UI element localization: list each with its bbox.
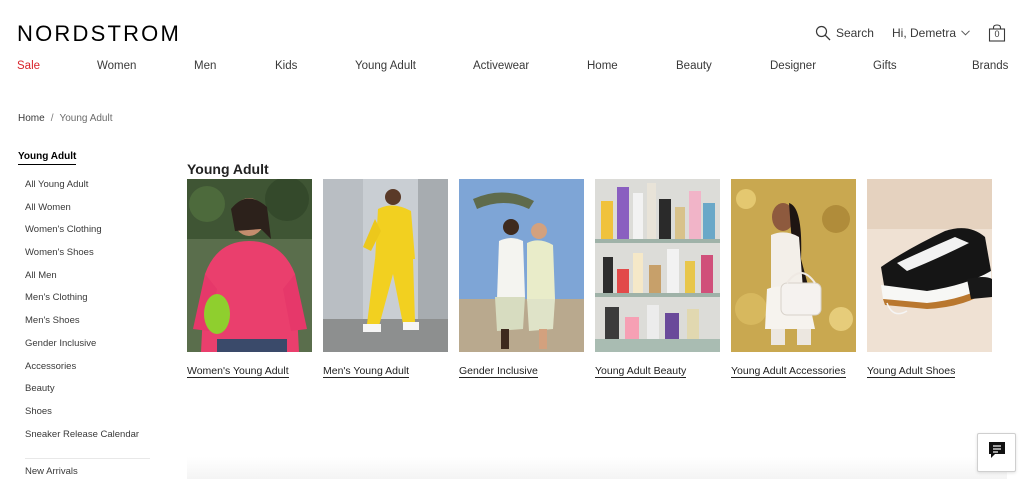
category-tile-mens-young-adult[interactable]: Men's Young Adult xyxy=(323,179,448,379)
header-utilities: Search Hi, Demetra 0 xyxy=(815,24,1006,42)
main-navigation: Sale Women Men Kids Young Adult Activewe… xyxy=(0,60,1024,78)
category-tile-young-adult-accessories[interactable]: Young Adult Accessories xyxy=(731,179,856,379)
sidebar-item-womens-clothing[interactable]: Women's Clothing xyxy=(25,224,158,247)
sidebar-item-all-men[interactable]: All Men xyxy=(25,270,158,293)
nav-item-sale[interactable]: Sale xyxy=(17,60,40,72)
sidebar-item-gender-inclusive[interactable]: Gender Inclusive xyxy=(25,338,158,361)
category-tile-gender-inclusive[interactable]: Gender Inclusive xyxy=(459,179,584,379)
sidebar-title[interactable]: Young Adult xyxy=(18,151,77,165)
bag-count: 0 xyxy=(994,29,1000,39)
content-fade xyxy=(187,457,1007,479)
womens-young-adult-link[interactable]: Women's Young Adult xyxy=(187,365,289,378)
search-button[interactable]: Search xyxy=(815,25,874,41)
sidebar-item-accessories[interactable]: Accessories xyxy=(25,361,158,384)
nav-item-young-adult[interactable]: Young Adult xyxy=(355,60,416,72)
breadcrumb-separator: / xyxy=(50,113,54,124)
search-label: Search xyxy=(835,26,874,40)
page-title: Young Adult xyxy=(187,161,269,177)
nav-item-activewear[interactable]: Activewear xyxy=(473,60,529,72)
sidebar-item-all-women[interactable]: All Women xyxy=(25,202,158,225)
young-adult-shoes-image xyxy=(867,179,992,352)
young-adult-accessories-link[interactable]: Young Adult Accessories xyxy=(731,365,846,378)
sidebar-item-shoes[interactable]: Shoes xyxy=(25,406,158,429)
young-adult-accessories-image xyxy=(731,179,856,352)
nav-item-gifts[interactable]: Gifts xyxy=(873,60,897,72)
shopping-bag-button[interactable]: 0 xyxy=(988,24,1006,42)
chat-button[interactable] xyxy=(977,433,1016,472)
young-adult-shoes-link[interactable]: Young Adult Shoes xyxy=(867,365,956,378)
sidebar-list: All Young Adult All Women Women's Clothi… xyxy=(18,179,158,451)
nav-item-kids[interactable]: Kids xyxy=(275,60,297,72)
nordstrom-logo[interactable]: NORDSTROM xyxy=(17,21,181,47)
nav-item-men[interactable]: Men xyxy=(194,60,216,72)
nav-item-home[interactable]: Home xyxy=(587,60,618,72)
young-adult-beauty-image xyxy=(595,179,720,352)
sidebar-item-beauty[interactable]: Beauty xyxy=(25,383,158,406)
sidebar-item-mens-shoes[interactable]: Men's Shoes xyxy=(25,315,158,338)
search-icon xyxy=(815,25,831,41)
gender-inclusive-image xyxy=(459,179,584,352)
nav-item-women[interactable]: Women xyxy=(97,60,136,72)
account-menu-button[interactable]: Hi, Demetra xyxy=(892,26,970,40)
sidebar-item-new-arrivals[interactable]: New Arrivals xyxy=(25,466,158,477)
chevron-down-icon xyxy=(961,30,970,36)
sidebar-item-all-young-adult[interactable]: All Young Adult xyxy=(25,179,158,202)
nav-item-beauty[interactable]: Beauty xyxy=(676,60,712,72)
mens-young-adult-link[interactable]: Men's Young Adult xyxy=(323,365,410,378)
account-label: Hi, Demetra xyxy=(891,26,956,40)
nav-item-designer[interactable]: Designer xyxy=(770,60,816,72)
sidebar-item-womens-shoes[interactable]: Women's Shoes xyxy=(25,247,158,270)
sidebar-item-mens-clothing[interactable]: Men's Clothing xyxy=(25,292,158,315)
mens-young-adult-image xyxy=(323,179,448,352)
site-header: NORDSTROM Search Hi, Demetra 0 Sale Wome… xyxy=(0,0,1024,90)
breadcrumb-home[interactable]: Home xyxy=(18,113,45,124)
category-tile-womens-young-adult[interactable]: Women's Young Adult xyxy=(187,179,312,379)
category-sidebar: Young Adult All Young Adult All Women Wo… xyxy=(18,151,158,477)
nav-item-brands[interactable]: Brands xyxy=(972,60,1008,72)
sidebar-item-sneaker-release-calendar[interactable]: Sneaker Release Calendar xyxy=(25,429,158,452)
breadcrumb: Home / Young Adult xyxy=(18,113,113,124)
womens-young-adult-image xyxy=(187,179,312,352)
sidebar-divider xyxy=(25,458,150,460)
young-adult-beauty-link[interactable]: Young Adult Beauty xyxy=(595,365,687,378)
breadcrumb-current: Young Adult xyxy=(59,113,113,124)
category-tile-young-adult-shoes[interactable]: Young Adult Shoes xyxy=(867,179,992,379)
category-tile-young-adult-beauty[interactable]: Young Adult Beauty xyxy=(595,179,720,379)
gender-inclusive-link[interactable]: Gender Inclusive xyxy=(459,365,538,378)
chat-icon xyxy=(987,440,1007,465)
